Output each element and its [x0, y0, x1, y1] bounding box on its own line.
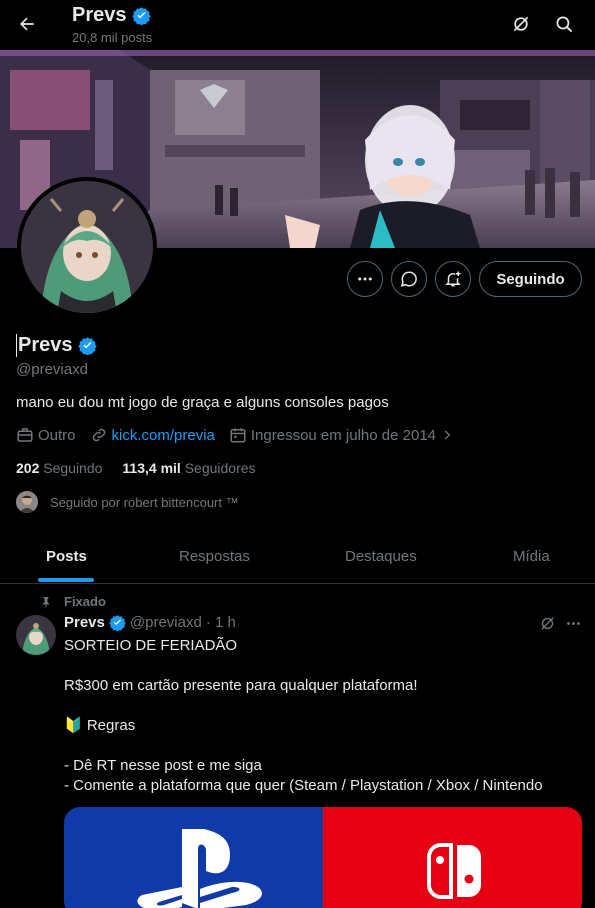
following-count: 202 — [16, 460, 40, 476]
followers-link[interactable]: 113,4 mil Seguidores — [122, 460, 255, 476]
briefcase-icon — [17, 428, 33, 442]
pinned-label: Fixado — [64, 594, 106, 609]
profile-meta: Outro kick.com/previa Ingressou em julho… — [16, 426, 454, 444]
post-time[interactable]: · 1 h — [206, 614, 236, 631]
profile-name: Prevs — [16, 334, 73, 357]
pinned-indicator: Fixado — [40, 594, 106, 609]
top-bar: Prevs 20,8 mil posts — [0, 0, 595, 50]
more-horizontal-icon — [566, 621, 580, 625]
post-author-name[interactable]: Prevs — [64, 614, 105, 631]
tab-posts-indicator — [38, 578, 94, 582]
profile-name-row: Prevs — [16, 334, 97, 357]
post-line: R$300 em cartão presente para qualquer p… — [64, 677, 418, 694]
following-link[interactable]: 202 Seguindo — [16, 460, 102, 476]
nintendo-panel — [323, 807, 582, 908]
arrow-left-icon — [20, 17, 34, 31]
verified-badge-icon — [109, 615, 126, 631]
follow-stats: 202 Seguindo 113,4 mil Seguidores — [16, 460, 256, 476]
post-text: SORTEIO DE FERIADÃO R$300 em cartão pres… — [64, 636, 584, 796]
post-header: Prevs @previaxd · 1 h — [64, 614, 236, 631]
tab-replies[interactable]: Respostas — [179, 548, 250, 565]
grok-icon — [540, 616, 554, 630]
header-post-count: 20,8 mil posts — [72, 30, 153, 45]
profile-joined: Ingressou em julho de 2014 — [250, 426, 437, 444]
following-button[interactable]: Seguindo — [479, 261, 582, 297]
more-horizontal-icon — [358, 277, 372, 281]
following-label: Seguindo — [43, 460, 103, 476]
profile-tabs — [0, 530, 595, 584]
post-grok-button[interactable] — [536, 612, 558, 634]
link-icon — [92, 428, 105, 442]
chevron-right-icon[interactable] — [440, 428, 454, 442]
post-author-handle[interactable]: @previaxd — [130, 614, 202, 631]
message-icon — [400, 271, 417, 287]
profile-handle: @previaxd — [16, 361, 88, 378]
post-line: 🔰 Regras — [64, 717, 136, 734]
verified-badge-icon — [77, 337, 97, 355]
grok-icon — [513, 16, 529, 32]
search-button[interactable] — [550, 10, 578, 38]
followers-label: Seguidores — [184, 460, 256, 476]
calendar-icon — [230, 428, 246, 443]
verified-badge-icon — [131, 7, 151, 25]
profile-link[interactable]: kick.com/previa — [112, 427, 215, 444]
tab-posts[interactable]: Posts — [46, 548, 87, 565]
post-media[interactable] — [64, 807, 582, 908]
search-icon — [556, 16, 572, 32]
profile-avatar[interactable] — [17, 177, 157, 317]
tab-media[interactable]: Mídia — [513, 548, 550, 565]
bell-plus-icon — [445, 271, 461, 287]
pin-icon — [43, 596, 49, 607]
message-button[interactable] — [391, 261, 427, 297]
header-title-row: Prevs — [72, 4, 151, 27]
header-name: Prevs — [72, 4, 127, 26]
more-options-button[interactable] — [347, 261, 383, 297]
grok-button[interactable] — [507, 10, 535, 38]
follower-avatar — [16, 491, 38, 513]
followers-count: 113,4 mil — [122, 460, 181, 476]
profile-category: Outro — [38, 426, 76, 444]
post-more-button[interactable] — [562, 612, 584, 634]
back-button[interactable] — [10, 7, 44, 41]
post-line: - Comente a plataforma que quer (Steam /… — [64, 777, 543, 794]
tab-highlights[interactable]: Destaques — [345, 548, 417, 565]
post-line: SORTEIO DE FERIADÃO — [64, 637, 238, 654]
post-line: - Dê RT nesse post e me siga — [64, 757, 262, 774]
profile-bio: mano eu dou mt jogo de graça e alguns co… — [16, 394, 389, 411]
nintendo-switch-logo-icon — [427, 843, 481, 899]
notifications-button[interactable] — [435, 261, 471, 297]
post-author-avatar[interactable] — [16, 615, 56, 655]
playstation-panel — [64, 807, 323, 908]
playstation-logo-icon — [137, 829, 262, 908]
followed-by-row[interactable]: Seguido por robert bittencourt ™ — [16, 491, 239, 513]
followed-by-text: Seguido por robert bittencourt ™ — [50, 494, 239, 510]
